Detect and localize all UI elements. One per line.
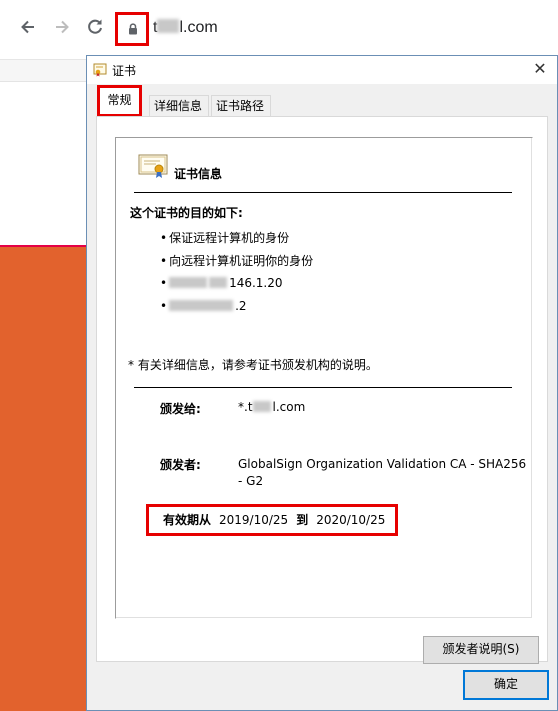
redacted-block <box>169 277 208 288</box>
divider <box>134 192 512 193</box>
address-bar-url[interactable]: t l.com <box>153 19 218 37</box>
site-security-button[interactable] <box>115 12 149 46</box>
list-item: 向远程计算机证明你的身份 <box>160 250 313 273</box>
list-item: 保证远程计算机的身份 <box>160 227 313 250</box>
certificate-info-box: 证书信息 这个证书的目的如下: 保证远程计算机的身份 向远程计算机证明你的身份 … <box>115 137 533 619</box>
redacted-block <box>252 401 271 412</box>
tab-strip: 常规 详细信息 证书路径 <box>95 85 555 117</box>
list-item: 146.1.20 <box>160 272 313 295</box>
reload-button[interactable] <box>84 16 106 38</box>
list-item: .2 <box>160 295 313 318</box>
more-info-note: * 有关详细信息，请参考证书颁发机构的说明。 <box>128 358 378 372</box>
validity-period: 有效期从 2019/10/25 到 2020/10/25 <box>146 504 398 536</box>
issued-to-prefix: *.t <box>238 400 253 414</box>
certificate-icon <box>93 63 107 77</box>
lock-icon <box>129 23 137 35</box>
valid-from-label: 有效期从 <box>163 513 212 527</box>
tab-general[interactable]: 常规 <box>97 85 142 117</box>
purpose-text: .2 <box>235 298 247 313</box>
valid-to-label: 到 <box>296 513 309 527</box>
reload-icon <box>88 19 102 34</box>
issuer-statement-button[interactable]: 颁发者说明(S) <box>423 636 539 664</box>
valid-from-date: 2019/10/25 <box>219 513 289 527</box>
purpose-list: 保证远程计算机的身份 向远程计算机证明你的身份 146.1.20 .2 <box>160 227 313 317</box>
general-tab-panel: 证书信息 这个证书的目的如下: 保证远程计算机的身份 向远程计算机证明你的身份 … <box>96 116 548 664</box>
dialog-titlebar[interactable]: 证书 ✕ <box>87 56 557 84</box>
purpose-text: 向远程计算机证明你的身份 <box>169 253 314 268</box>
purpose-text: 146.1.20 <box>229 276 283 290</box>
back-button[interactable] <box>18 16 40 38</box>
purpose-text: 保证远程计算机的身份 <box>169 231 290 245</box>
browser-toolbar: t l.com <box>0 0 558 60</box>
arrow-left-icon <box>21 20 34 34</box>
divider <box>134 387 512 388</box>
issued-to-value: *.t l.com <box>238 400 305 414</box>
redacted-block <box>169 299 234 311</box>
dialog-title: 证书 <box>112 64 137 78</box>
tab-details[interactable]: 详细信息 <box>149 95 209 117</box>
issued-to-suffix: l.com <box>272 400 306 414</box>
screenshot-root: t l.com 证书 ✕ 常规 详细信息 证书路径 证书信息 这个证书的目的如下… <box>0 0 558 711</box>
arrow-right-icon <box>56 20 69 34</box>
issued-to-label: 颁发给: <box>160 402 201 416</box>
tab-certification-path[interactable]: 证书路径 <box>211 95 271 117</box>
purpose-heading: 这个证书的目的如下: <box>130 206 243 220</box>
certificate-info-heading: 证书信息 <box>174 167 223 181</box>
issued-by-label: 颁发者: <box>160 458 201 472</box>
certificate-dialog: 证书 ✕ 常规 详细信息 证书路径 证书信息 这个证书的目的如下: • 保证远程… <box>86 55 558 711</box>
redacted-block <box>209 277 228 288</box>
url-suffix: l.com <box>179 19 218 36</box>
forward-button[interactable] <box>50 16 72 38</box>
certificate-icon <box>138 154 168 178</box>
ok-button[interactable]: 确定 <box>463 670 549 700</box>
close-icon[interactable]: ✕ <box>531 60 549 78</box>
redacted-block <box>157 19 180 33</box>
page-banner <box>0 245 100 711</box>
issued-by-value: GlobalSign Organization Validation CA - … <box>238 457 527 488</box>
valid-to-date: 2020/10/25 <box>316 513 386 527</box>
